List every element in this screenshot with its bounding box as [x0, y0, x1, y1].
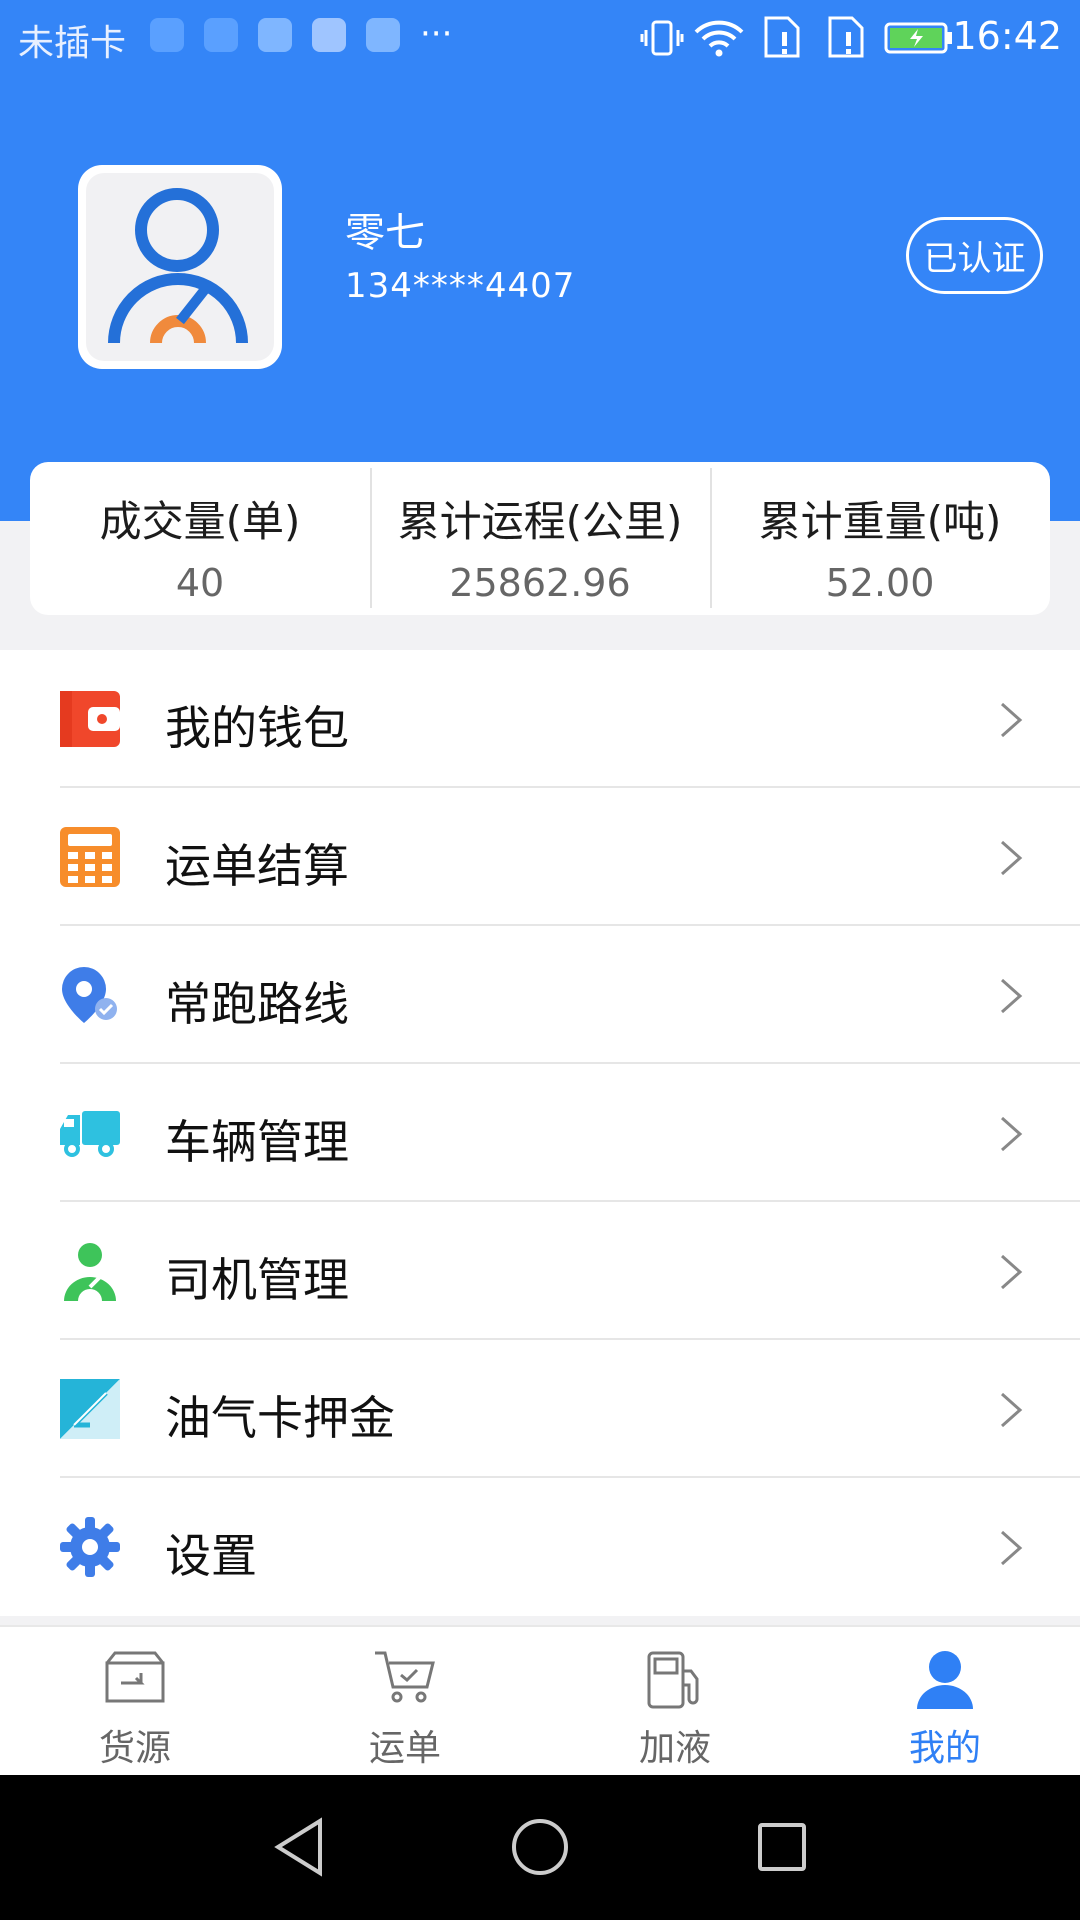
- menu-item-drivers[interactable]: 司机管理: [0, 1202, 1080, 1340]
- user-phone: 134****4407: [345, 266, 576, 306]
- status-bar: 未插卡 ··· 16:42: [0, 0, 1080, 76]
- stat-value: 25862.96: [449, 561, 631, 605]
- chevron-right-icon: [1001, 1392, 1023, 1428]
- tab-fuel[interactable]: 加液: [540, 1627, 810, 1775]
- back-icon[interactable]: [270, 1815, 330, 1879]
- sim-alert-icon-2: [828, 16, 864, 58]
- wifi-icon: [694, 20, 744, 57]
- clock: 16:42: [952, 14, 1062, 58]
- system-nav-bar: [0, 1775, 1080, 1920]
- chevron-right-icon: [1001, 840, 1023, 876]
- menu-item-settlement[interactable]: 运单结算: [0, 788, 1080, 926]
- route-pin-icon: [62, 967, 117, 1023]
- menu-item-label: 常跑路线: [165, 977, 349, 1031]
- location-notification-icon: [150, 18, 184, 52]
- chevron-right-icon: [1001, 702, 1023, 738]
- menu-item-settings[interactable]: 设置: [0, 1478, 1080, 1616]
- tab-label: 货源: [98, 1728, 171, 1769]
- stat-weight: 累计重量(吨) 52.00: [710, 462, 1050, 615]
- tab-label: 运单: [368, 1728, 441, 1769]
- stat-label: 累计重量(吨): [758, 497, 1002, 546]
- cart-icon: [375, 1651, 435, 1703]
- avatar[interactable]: [78, 165, 282, 369]
- send-app-notification-icon: [258, 18, 292, 52]
- verified-badge[interactable]: 已认证: [906, 217, 1043, 294]
- stats-card: 成交量(单) 40 累计运程(公里) 25862.96 累计重量(吨) 52.0…: [30, 462, 1050, 615]
- menu-item-wallet[interactable]: 我的钱包: [0, 650, 1080, 788]
- driver-avatar-icon: [86, 173, 274, 361]
- recents-icon[interactable]: [752, 1815, 812, 1879]
- user-name: 零七: [345, 210, 425, 256]
- menu-item-vehicles[interactable]: 车辆管理: [0, 1064, 1080, 1202]
- bottom-nav: 货源 运单 加液 我的: [0, 1625, 1080, 1775]
- stat-orders: 成交量(单) 40: [30, 462, 370, 615]
- vibrate-icon: [640, 20, 684, 56]
- user-icon: [917, 1651, 973, 1709]
- map-app-notification-icon: [366, 18, 400, 52]
- chevron-right-icon: [1001, 1530, 1023, 1566]
- stat-value: 52.00: [825, 561, 935, 605]
- stat-distance: 累计运程(公里) 25862.96: [370, 462, 710, 615]
- tab-label: 我的: [908, 1728, 981, 1769]
- fuel-pump-icon: [647, 1651, 699, 1709]
- menu-item-label: 运单结算: [165, 839, 349, 893]
- menu-item-routes[interactable]: 常跑路线: [0, 926, 1080, 1064]
- menu-item-label: 司机管理: [165, 1253, 349, 1307]
- tab-mine[interactable]: 我的: [810, 1627, 1080, 1775]
- home-icon[interactable]: [510, 1815, 570, 1879]
- driver-icon: [64, 1243, 116, 1301]
- stat-label: 累计运程(公里): [397, 497, 683, 546]
- stat-value: 40: [175, 561, 225, 605]
- menu-list: 我的钱包 运单结算 常跑路线 车辆管理 司机管理 油气卡押金 设置: [0, 650, 1080, 1616]
- menu-item-label: 车辆管理: [165, 1115, 349, 1169]
- calculator-icon: [60, 827, 120, 887]
- card-deposit-icon: [60, 1379, 120, 1439]
- menu-item-card-deposit[interactable]: 油气卡押金: [0, 1340, 1080, 1478]
- stat-label: 成交量(单): [99, 497, 301, 546]
- more-notifications-icon: ···: [420, 14, 453, 54]
- carrier-label: 未插卡: [18, 23, 127, 64]
- menu-item-label: 我的钱包: [165, 701, 349, 755]
- menu-item-label: 设置: [165, 1529, 257, 1583]
- sim-alert-icon: [764, 16, 800, 58]
- menu-item-label: 油气卡押金: [165, 1391, 395, 1445]
- font-app-notification-icon: [312, 18, 346, 52]
- chevron-right-icon: [1001, 978, 1023, 1014]
- battery-charging-icon: [884, 22, 952, 54]
- android-notification-icon: [204, 18, 238, 52]
- cargo-box-icon: [105, 1651, 165, 1703]
- chevron-right-icon: [1001, 1254, 1023, 1290]
- gear-icon: [60, 1517, 120, 1577]
- tab-label: 加液: [638, 1728, 711, 1769]
- wallet-icon: [60, 691, 120, 747]
- tab-waybill[interactable]: 运单: [270, 1627, 540, 1775]
- tab-cargo[interactable]: 货源: [0, 1627, 270, 1775]
- chevron-right-icon: [1001, 1116, 1023, 1152]
- truck-icon: [60, 1111, 120, 1157]
